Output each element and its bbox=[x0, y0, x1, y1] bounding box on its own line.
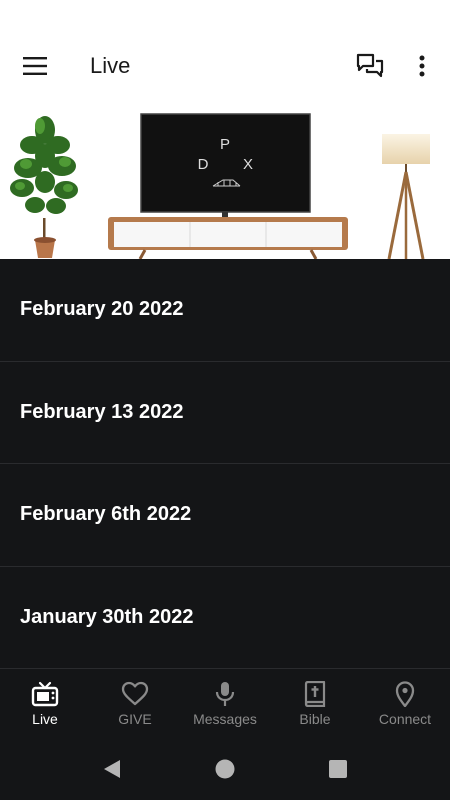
hero-banner: P D X bbox=[0, 100, 450, 259]
list-item-label: February 6th 2022 bbox=[20, 503, 192, 526]
bottom-navigation: Live GIVE Messages Bible Connect bbox=[0, 669, 450, 739]
list-item[interactable]: January 30th 2022 bbox=[0, 567, 450, 669]
system-navigation-bar bbox=[0, 739, 450, 800]
back-icon[interactable] bbox=[100, 757, 124, 781]
list-item[interactable]: February 6th 2022 bbox=[0, 464, 450, 567]
tv-stand bbox=[108, 217, 348, 259]
tv-logo-letter-top: P bbox=[220, 136, 230, 153]
tv-logo-letter-left: D bbox=[198, 156, 209, 173]
nav-item-give[interactable]: GIVE bbox=[90, 669, 180, 739]
nav-label-bible: Bible bbox=[299, 711, 331, 727]
chat-icon bbox=[356, 53, 384, 78]
list-item-label: January 30th 2022 bbox=[20, 605, 194, 628]
chat-button[interactable] bbox=[350, 46, 390, 86]
nav-item-bible[interactable]: Bible bbox=[270, 669, 360, 739]
nav-label-connect: Connect bbox=[378, 711, 432, 727]
television: P D X bbox=[140, 113, 311, 217]
nav-item-live[interactable]: Live bbox=[0, 669, 90, 739]
list-item[interactable]: February 13 2022 bbox=[0, 362, 450, 464]
bible-icon bbox=[304, 681, 326, 707]
page-title: Live bbox=[90, 53, 131, 78]
list-item-label: February 13 2022 bbox=[20, 400, 184, 423]
nav-label-live: Live bbox=[32, 711, 58, 727]
nav-label-give: GIVE bbox=[118, 711, 152, 727]
tv-logo-letter-right: X bbox=[243, 156, 253, 173]
more-options-button[interactable] bbox=[404, 46, 440, 86]
more-vert-icon bbox=[419, 55, 425, 77]
heart-icon bbox=[121, 681, 149, 706]
menu-button[interactable] bbox=[14, 46, 56, 86]
tv-icon bbox=[31, 681, 59, 707]
list-item[interactable]: February 20 2022 bbox=[0, 259, 450, 362]
floor-lamp bbox=[382, 134, 430, 259]
location-pin-icon bbox=[395, 681, 415, 707]
menu-icon bbox=[23, 57, 47, 75]
status-bar bbox=[0, 0, 450, 32]
nav-item-messages[interactable]: Messages bbox=[180, 669, 270, 739]
nav-label-messages: Messages bbox=[193, 711, 257, 727]
microphone-icon bbox=[215, 682, 235, 706]
recents-icon[interactable] bbox=[326, 757, 350, 781]
list-item-label: February 20 2022 bbox=[20, 298, 184, 321]
nav-item-connect[interactable]: Connect bbox=[360, 669, 450, 739]
plant-illustration bbox=[10, 116, 78, 258]
service-list: February 20 2022 February 13 2022 Februa… bbox=[0, 259, 450, 669]
app-bar: Live bbox=[0, 32, 450, 100]
home-icon[interactable] bbox=[213, 757, 237, 781]
